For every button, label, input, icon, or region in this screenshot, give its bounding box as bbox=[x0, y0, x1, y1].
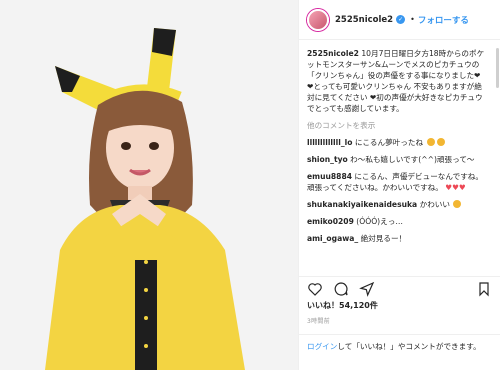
comment-text: にこるん夢叶ったね bbox=[352, 138, 424, 147]
comment-item: emiko0209 (ÓÓÓ)えっ… bbox=[307, 216, 492, 227]
comments-scrollbar[interactable] bbox=[496, 48, 499, 88]
comment-text: わ〜私も嬉しいです(^^)頑張って〜 bbox=[347, 155, 475, 164]
heart-emoji-icon: ♥♥♥ bbox=[445, 183, 466, 192]
post-caption: 2525nicole2 10月7日日曜日夕方18時からのポケットモンスターサン&… bbox=[307, 48, 492, 114]
login-prompt: ログインして「いいね！」やコメントができます。 bbox=[299, 334, 500, 352]
smiley-emoji-icon bbox=[436, 138, 445, 146]
smiley-emoji-icon bbox=[426, 138, 435, 146]
avatar[interactable] bbox=[307, 8, 329, 31]
comment-item: emuu8884 にこるん、声優デビューなんですね。頑張ってくださいね。かわいい… bbox=[307, 171, 492, 193]
comment-item: shion_tyo わ〜私も嬉しいです(^^)頑張って〜 bbox=[307, 154, 492, 165]
pikachu-costume-photo bbox=[0, 0, 298, 370]
post-side-panel: 2525nicole2 ✓ • フォローする 2525nicole2 10月7日… bbox=[298, 0, 500, 370]
like-button[interactable] bbox=[307, 281, 323, 297]
post-username[interactable]: 2525nicole2 bbox=[335, 15, 393, 25]
caption-username[interactable]: 2525nicole2 bbox=[307, 49, 359, 58]
comment-username[interactable]: emiko0209 bbox=[307, 217, 354, 226]
bookmark-icon bbox=[479, 281, 489, 296]
post-header: 2525nicole2 ✓ • フォローする bbox=[299, 0, 500, 40]
login-suffix: して「いいね！」やコメントができます。 bbox=[337, 342, 481, 351]
comment-username[interactable]: lllllllllllll_lo bbox=[307, 138, 352, 147]
heart-icon bbox=[308, 282, 322, 296]
comment-username[interactable]: emuu8884 bbox=[307, 172, 352, 181]
comments-list[interactable]: 2525nicole2 10月7日日曜日夕方18時からのポケットモンスターサン&… bbox=[299, 48, 500, 270]
comment-text: 絶対見るー！ bbox=[358, 234, 407, 243]
comment-username[interactable]: ami_ogawa_ bbox=[307, 234, 358, 243]
comment-username[interactable]: shukanakiyaikenaidesuka bbox=[307, 200, 417, 209]
post-timestamp[interactable]: 3時間前 bbox=[307, 316, 330, 325]
comment-icon bbox=[334, 281, 348, 296]
comment-item: ami_ogawa_ 絶対見るー！ bbox=[307, 233, 492, 244]
comment-item: lllllllllllll_lo にこるん夢叶ったね bbox=[307, 137, 492, 148]
load-more-comments-button[interactable]: 他のコメントを表示 bbox=[307, 120, 492, 131]
post-photo bbox=[0, 0, 298, 370]
comment-button[interactable] bbox=[333, 281, 349, 297]
save-button[interactable] bbox=[476, 281, 492, 297]
share-icon bbox=[359, 281, 375, 297]
login-link[interactable]: ログイン bbox=[307, 342, 337, 351]
caption-text: 10月7日日曜日夕方18時からのポケットモンスターサン&ムーンでメスのピカチュウ… bbox=[307, 49, 485, 113]
verified-icon: ✓ bbox=[396, 15, 406, 24]
comment-item: shukanakiyaikenaidesuka かわいい bbox=[307, 199, 492, 210]
smiley-emoji-icon bbox=[453, 200, 462, 208]
likes-count[interactable]: いいね！54,120件 bbox=[307, 300, 378, 311]
post-actions-bar bbox=[299, 276, 500, 300]
share-button[interactable] bbox=[359, 281, 375, 297]
comment-username[interactable]: shion_tyo bbox=[307, 155, 348, 164]
comment-text: (ÓÓÓ)えっ… bbox=[353, 217, 403, 226]
comment-text: かわいい bbox=[417, 200, 450, 209]
separator-dot: • bbox=[410, 15, 415, 24]
follow-button[interactable]: フォローする bbox=[418, 14, 469, 26]
